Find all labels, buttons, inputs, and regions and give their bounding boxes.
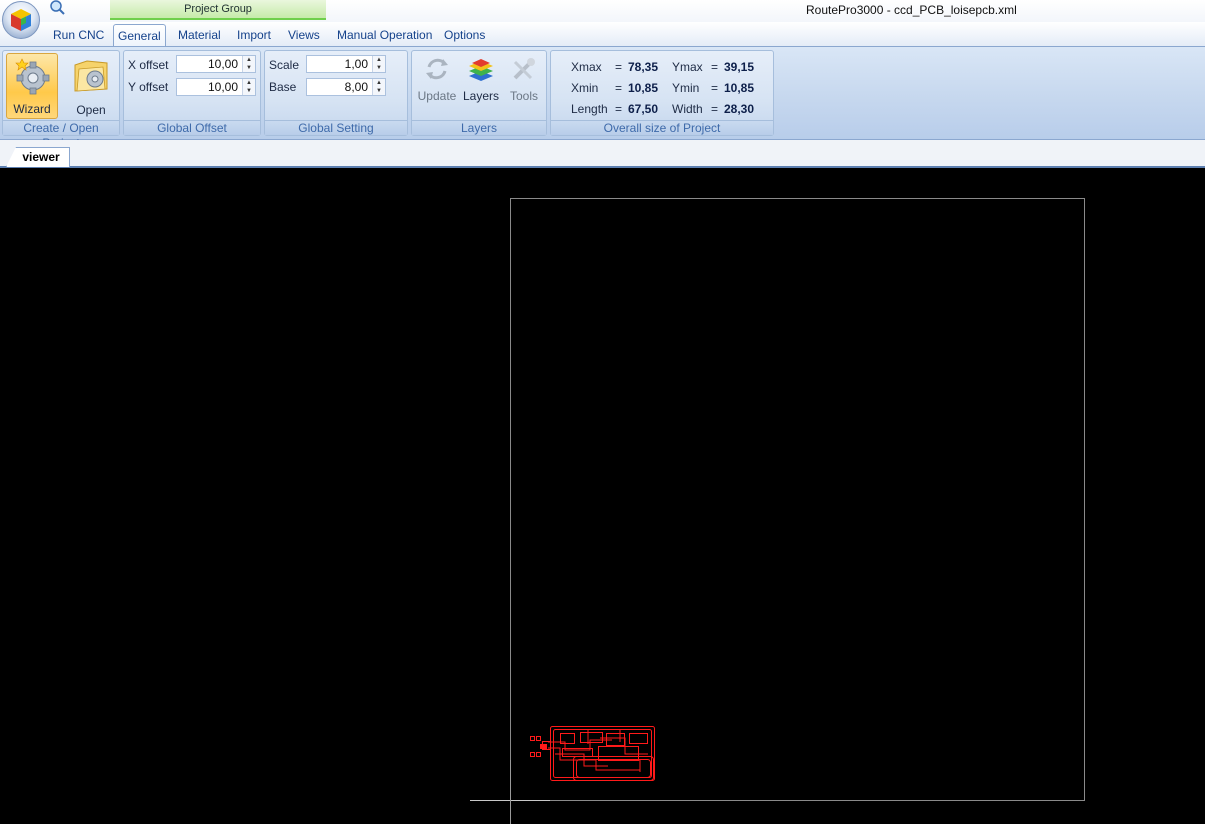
xmax-label: Xmax xyxy=(571,60,602,74)
title-bar: Project Group RoutePro3000 - ccd_PCB_loi… xyxy=(0,0,1205,22)
ymin-label: Ymin xyxy=(672,81,700,95)
tab-views[interactable]: Views xyxy=(284,27,324,46)
update-label: Update xyxy=(417,89,457,103)
xmin-value: 10,85 xyxy=(628,81,659,95)
refresh-icon xyxy=(426,58,448,80)
spin-up-icon[interactable]: ▲ xyxy=(373,56,385,64)
layers-label: Layers xyxy=(462,89,500,103)
open-button[interactable]: Open xyxy=(65,53,117,119)
tools-wrench-icon xyxy=(513,58,535,80)
scale-input[interactable] xyxy=(307,56,371,72)
scale-arrows[interactable]: ▲ ▼ xyxy=(372,56,385,72)
length-value: 67,50 xyxy=(628,102,659,116)
scale-label: Scale xyxy=(269,58,300,72)
x-offset-label: X offset xyxy=(128,58,169,72)
open-folder-gear-icon xyxy=(74,60,108,92)
x-offset-spinner[interactable]: ▲▼ xyxy=(176,55,256,73)
global-setting-group: Scale ▲▼ Base ▲▼ Global Setting xyxy=(264,50,408,136)
ymax-eq: = xyxy=(711,60,719,74)
wizard-label: Wizard xyxy=(13,102,51,116)
xmax-value: 78,35 xyxy=(628,60,659,74)
length-label: Length xyxy=(571,102,608,116)
spin-down-icon[interactable]: ▼ xyxy=(373,87,385,95)
ymax-label: Ymax xyxy=(672,60,703,74)
pcb-traces xyxy=(540,726,655,781)
x-offset-arrows[interactable]: ▲ ▼ xyxy=(242,56,255,72)
y-offset-arrows[interactable]: ▲ ▼ xyxy=(242,79,255,95)
viewer-canvas[interactable] xyxy=(0,170,1205,824)
tab-options[interactable]: Options xyxy=(440,27,489,46)
contextual-tab-group: Project Group xyxy=(110,0,326,20)
width-eq: = xyxy=(711,102,719,116)
tools-label: Tools xyxy=(509,89,538,103)
app-cube-icon xyxy=(11,9,31,31)
group-label-global-offset: Global Offset xyxy=(124,120,260,135)
length-eq: = xyxy=(615,102,623,116)
x-offset-input[interactable] xyxy=(177,56,241,72)
scale-spinner[interactable]: ▲▼ xyxy=(306,55,386,73)
tab-manual-operation[interactable]: Manual Operation xyxy=(333,27,436,46)
global-offset-group: X offset ▲▼ Y offset ▲▼ Global Offset xyxy=(123,50,261,136)
width-label: Width xyxy=(672,102,703,116)
viewer-drawing xyxy=(470,198,1085,824)
layers-stack-icon xyxy=(469,59,493,81)
quick-access-search-icon[interactable] xyxy=(44,0,70,16)
base-arrows[interactable]: ▲ ▼ xyxy=(372,79,385,95)
ymin-value: 10,85 xyxy=(724,81,755,95)
work-area-outline xyxy=(510,198,1085,801)
tools-button[interactable]: Tools xyxy=(503,53,545,107)
wizard-button[interactable]: Wizard xyxy=(6,53,58,119)
group-label-overall-size: Overall size of Project xyxy=(551,120,773,135)
base-spinner[interactable]: ▲▼ xyxy=(306,78,386,96)
tab-run-cnc[interactable]: Run CNC xyxy=(49,27,108,46)
base-input[interactable] xyxy=(307,79,371,95)
y-offset-label: Y offset xyxy=(128,80,169,94)
layers-button[interactable]: Layers xyxy=(460,53,502,107)
layers-group: Update Layers Tools Layers xyxy=(411,50,547,136)
spin-down-icon[interactable]: ▼ xyxy=(243,87,255,95)
create-open-project-group: Wizard Open Create / Open Project xyxy=(2,50,120,150)
tab-material[interactable]: Material xyxy=(174,27,225,46)
document-tab-strip: viewer xyxy=(0,140,1205,168)
spin-up-icon[interactable]: ▲ xyxy=(243,79,255,87)
group-label-global-setting: Global Setting xyxy=(265,120,407,135)
group-label-layers: Layers xyxy=(412,120,546,135)
ymax-value: 39,15 xyxy=(724,60,755,74)
window-title: RoutePro3000 - ccd_PCB_loisepcb.xml xyxy=(806,3,1017,17)
y-offset-spinner[interactable]: ▲▼ xyxy=(176,78,256,96)
spin-down-icon[interactable]: ▼ xyxy=(243,64,255,72)
ribbon-tab-row: Run CNC General Material Import Views Ma… xyxy=(0,22,1205,46)
wizard-gear-icon xyxy=(15,58,50,95)
y-offset-input[interactable] xyxy=(177,79,241,95)
open-label: Open xyxy=(76,103,106,117)
update-button[interactable]: Update xyxy=(416,53,458,107)
spin-up-icon[interactable]: ▲ xyxy=(373,79,385,87)
group-label-create-open: Create / Open Project xyxy=(3,120,119,150)
width-value: 28,30 xyxy=(724,102,755,116)
ymin-eq: = xyxy=(711,81,719,95)
tab-import[interactable]: Import xyxy=(233,27,275,46)
tab-general[interactable]: General xyxy=(113,24,166,46)
overall-size-group: Xmax = 78,35 Ymax = 39,15 Xmin = 10,85 Y… xyxy=(550,50,774,136)
application-menu-button[interactable] xyxy=(2,1,40,39)
tab-viewer[interactable]: viewer xyxy=(6,147,70,167)
base-label: Base xyxy=(269,80,297,94)
ribbon: Wizard Open Create / Open Project X offs… xyxy=(0,46,1205,150)
xmax-eq: = xyxy=(615,60,623,74)
spin-up-icon[interactable]: ▲ xyxy=(243,56,255,64)
xmin-eq: = xyxy=(615,81,623,95)
pcb-pads xyxy=(530,736,541,757)
spin-down-icon[interactable]: ▼ xyxy=(373,64,385,72)
xmin-label: Xmin xyxy=(571,81,599,95)
